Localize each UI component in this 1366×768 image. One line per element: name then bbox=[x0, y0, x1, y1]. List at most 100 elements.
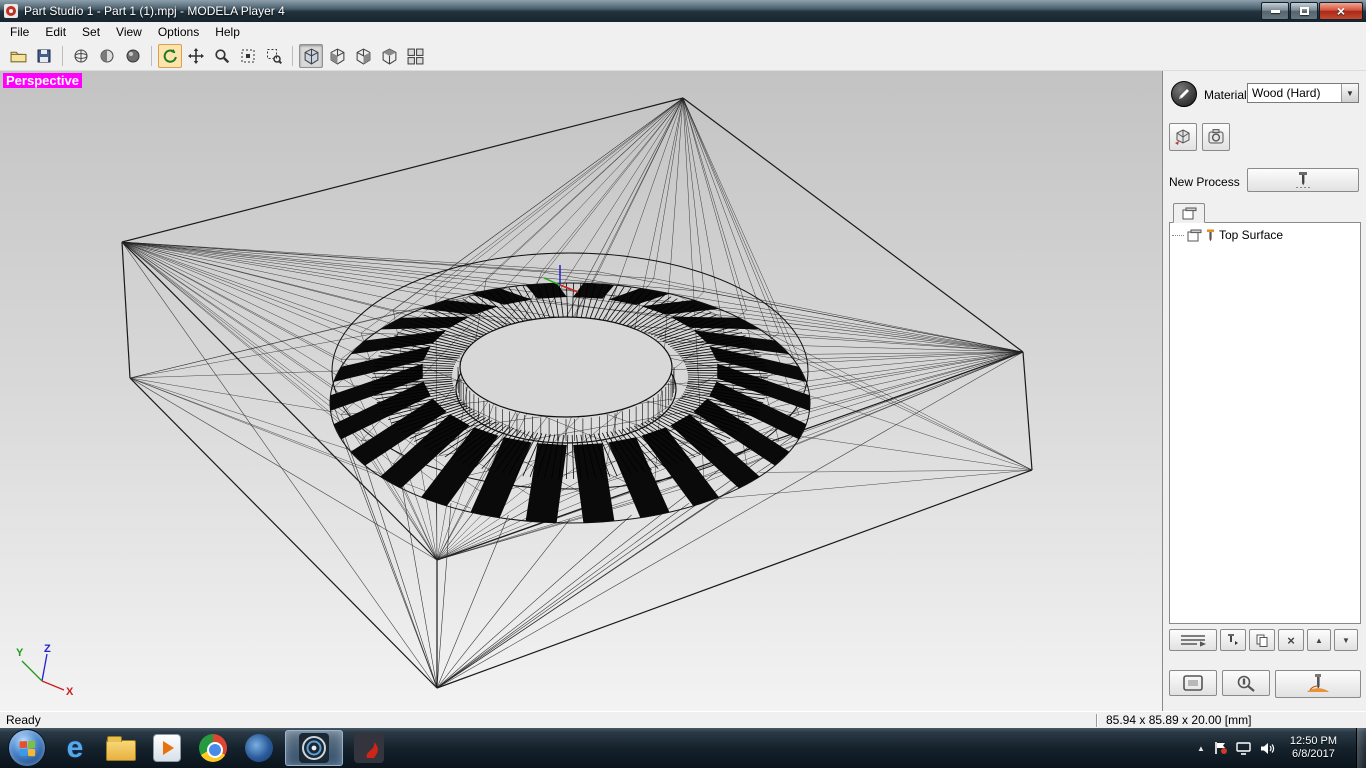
window-title: Part Studio 1 - Part 1 (1).mpj - MODELA … bbox=[24, 4, 285, 18]
chevron-down-icon: ▼ bbox=[1341, 84, 1358, 102]
taskbar-item-explorer[interactable] bbox=[101, 730, 141, 766]
hidden-line-view-button[interactable] bbox=[95, 44, 119, 68]
view-side-button[interactable] bbox=[351, 44, 375, 68]
cube-top-icon bbox=[382, 47, 396, 65]
maximize-button[interactable] bbox=[1290, 2, 1318, 20]
minimize-button[interactable] bbox=[1261, 2, 1289, 20]
start-button[interactable] bbox=[8, 729, 46, 767]
workpiece-dimensions: 85.94 x 85.89 x 20.00 [mm] bbox=[1106, 713, 1252, 727]
cube-isometric-icon bbox=[304, 47, 318, 65]
chrome-icon bbox=[199, 734, 227, 762]
open-file-button[interactable] bbox=[6, 44, 30, 68]
taskbar-item-firefox[interactable] bbox=[239, 730, 279, 766]
show-hidden-icons-button[interactable]: ▲ bbox=[1197, 744, 1205, 753]
zoom-box-icon bbox=[267, 49, 282, 64]
status-bar: Ready 85.94 x 85.89 x 20.00 [mm] bbox=[0, 711, 1366, 728]
process-tree[interactable]: Top Surface bbox=[1169, 222, 1361, 624]
edit-process-button[interactable] bbox=[1220, 629, 1246, 651]
tree-connector bbox=[1172, 234, 1184, 236]
taskbar-item-chrome[interactable] bbox=[193, 730, 233, 766]
axis-x-label: X bbox=[66, 686, 74, 697]
fit-frame-icon bbox=[241, 49, 255, 63]
menu-set[interactable]: Set bbox=[74, 23, 108, 41]
save-button[interactable] bbox=[32, 44, 56, 68]
delete-process-button[interactable]: × bbox=[1278, 629, 1304, 651]
rotate-view-button[interactable] bbox=[158, 44, 182, 68]
menu-file[interactable]: File bbox=[2, 23, 37, 41]
move-up-button[interactable]: ▲ bbox=[1307, 629, 1331, 651]
maximize-icon bbox=[1299, 7, 1309, 15]
viewport-3d[interactable]: Perspective Y Z X bbox=[0, 71, 1162, 711]
action-center-flag-icon[interactable] bbox=[1214, 741, 1227, 755]
system-tray: ▲ 12:50 PM 6/8/2017 bbox=[1197, 728, 1366, 768]
magnifier-cutter-icon bbox=[1237, 675, 1255, 692]
process-list-tab[interactable] bbox=[1173, 203, 1205, 223]
process-node-icon bbox=[1187, 229, 1202, 241]
view-top-button[interactable] bbox=[377, 44, 401, 68]
new-process-button[interactable] bbox=[1247, 168, 1359, 192]
move-down-button[interactable]: ▼ bbox=[1334, 629, 1358, 651]
taskbar-item-media-player[interactable] bbox=[147, 730, 187, 766]
create-toolpath-button[interactable] bbox=[1169, 629, 1217, 651]
view-front-button[interactable] bbox=[325, 44, 349, 68]
preview-cutting-button[interactable] bbox=[1222, 670, 1270, 696]
internet-explorer-icon: e bbox=[66, 731, 84, 764]
save-icon bbox=[37, 49, 51, 63]
zoom-view-button[interactable] bbox=[210, 44, 234, 68]
cube-side-icon bbox=[356, 47, 370, 65]
media-player-icon bbox=[153, 734, 181, 762]
material-label: Material bbox=[1204, 88, 1247, 102]
modela-player-icon bbox=[299, 733, 329, 763]
magnifier-icon bbox=[215, 49, 230, 64]
start-cutting-button[interactable] bbox=[1275, 670, 1361, 698]
preview-machine-button[interactable] bbox=[1202, 123, 1230, 151]
menu-help[interactable]: Help bbox=[207, 23, 248, 41]
material-dropdown[interactable]: Wood (Hard) ▼ bbox=[1247, 83, 1359, 103]
pan-icon bbox=[188, 48, 204, 64]
taskbar-item-internet-explorer[interactable]: e bbox=[55, 730, 95, 766]
tree-item-label: Top Surface bbox=[1219, 228, 1284, 242]
menu-bar: File Edit Set View Options Help bbox=[0, 22, 1366, 42]
menu-edit[interactable]: Edit bbox=[37, 23, 74, 41]
quad-view-icon bbox=[407, 48, 423, 64]
taskbar-clock[interactable]: 12:50 PM 6/8/2017 bbox=[1284, 735, 1343, 761]
zoom-window-button[interactable] bbox=[262, 44, 286, 68]
toolbar-separator bbox=[292, 46, 293, 66]
wireframe-sphere-icon bbox=[74, 49, 88, 63]
half-shaded-sphere-icon bbox=[100, 49, 114, 63]
menu-view[interactable]: View bbox=[108, 23, 150, 41]
fit-to-screen-button[interactable] bbox=[236, 44, 260, 68]
milling-cutter-icon bbox=[1296, 172, 1310, 188]
work-area: Perspective Y Z X Material Wood (Hard) ▼ bbox=[0, 71, 1366, 711]
display-device-icon[interactable] bbox=[1236, 741, 1251, 755]
preview-result-button[interactable] bbox=[1169, 670, 1217, 696]
model-setup-button[interactable] bbox=[1169, 123, 1197, 151]
close-button[interactable]: × bbox=[1319, 2, 1363, 20]
tree-item-top-surface[interactable]: Top Surface bbox=[1170, 223, 1360, 242]
volume-icon[interactable] bbox=[1260, 742, 1275, 755]
material-value: Wood (Hard) bbox=[1252, 86, 1321, 100]
taskbar-item-cam-tool[interactable] bbox=[349, 730, 389, 766]
menu-options[interactable]: Options bbox=[150, 23, 207, 41]
wireframe-view-button[interactable] bbox=[69, 44, 93, 68]
taskbar-item-modela-player-active[interactable] bbox=[285, 730, 343, 766]
block-arrows-icon bbox=[1175, 129, 1190, 145]
axis-z-label: Z bbox=[44, 643, 51, 655]
toolbar bbox=[0, 42, 1366, 71]
block-preview-icon bbox=[1183, 675, 1203, 691]
pan-view-button[interactable] bbox=[184, 44, 208, 68]
copy-process-button[interactable] bbox=[1249, 629, 1275, 651]
toolpath-icon bbox=[1181, 635, 1206, 647]
axis-y-label: Y bbox=[16, 647, 24, 659]
shaded-view-button[interactable] bbox=[121, 44, 145, 68]
edit-material-button[interactable] bbox=[1171, 81, 1197, 107]
view-isometric-button[interactable] bbox=[299, 44, 323, 68]
flame-app-icon bbox=[354, 733, 384, 763]
four-view-layout-button[interactable] bbox=[403, 44, 427, 68]
show-desktop-button[interactable] bbox=[1356, 728, 1366, 768]
new-process-label: New Process bbox=[1169, 175, 1240, 189]
modela-player-window: Part Studio 1 - Part 1 (1).mpj - MODELA … bbox=[0, 0, 1366, 768]
process-panel: Material Wood (Hard) ▼ New Process Top S… bbox=[1162, 71, 1366, 711]
shaded-sphere-icon bbox=[126, 49, 140, 63]
windows-logo-icon bbox=[19, 740, 36, 756]
